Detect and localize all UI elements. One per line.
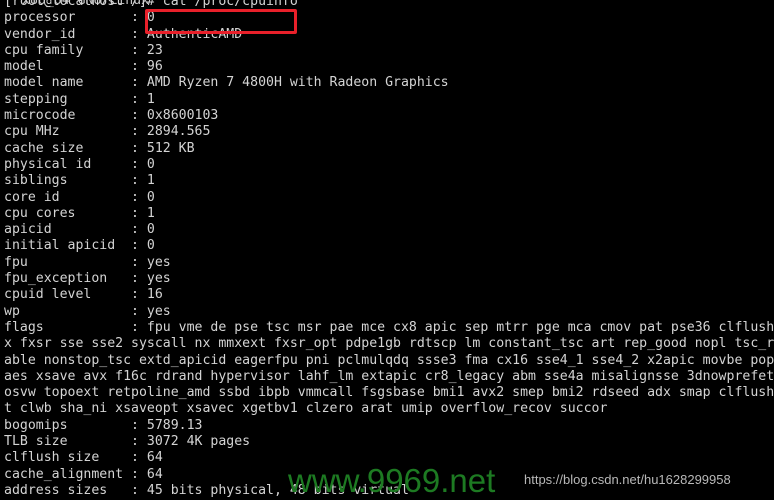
- cpuinfo-field-stepping: stepping : 1: [4, 91, 155, 107]
- cpuinfo-field-microcode: microcode : 0x8600103: [4, 108, 219, 124]
- cpuinfo-field-cache-size: cache size : 512 KB: [4, 140, 195, 156]
- cpuinfo-field-fpu: fpu : yes: [4, 254, 171, 270]
- cpuinfo-field-wp: wp : yes: [4, 303, 171, 319]
- cpuinfo-field-fpu-exception: fpu_exception : yes: [4, 271, 171, 287]
- cpuinfo-flags-wrap-3: aes xsave avx f16c rdrand hypervisor lah…: [4, 368, 774, 384]
- cpuinfo-field-vendor-id: vendor_id : AuthenticAMD: [4, 26, 243, 42]
- cpuinfo-field-bogomips: bogomips : 5789.13: [4, 417, 203, 433]
- cpuinfo-flags-wrap-2: able nonstop_tsc extd_apicid eagerfpu pn…: [4, 352, 774, 368]
- cpuinfo-field-cpu-family: cpu family : 23: [4, 42, 163, 58]
- cpuinfo-field-siblings: siblings : 1: [4, 173, 155, 189]
- site-watermark: www.9969.net: [288, 462, 496, 499]
- cpuinfo-field-physical-id: physical id : 0: [4, 156, 155, 172]
- cpuinfo-flags-wrap-4: osvw topoext retpoline_amd ssbd ibpb vmm…: [4, 385, 774, 401]
- cpuinfo-field-processor: processor : 0: [4, 10, 155, 26]
- blog-url-watermark: https://blog.csdn.net/hu1628299958: [524, 472, 731, 487]
- cpuinfo-flags-wrap-5: t clwb sha_ni xsaveopt xsavec xgetbv1 cl…: [4, 401, 608, 417]
- prompt-command-line[interactable]: [root@localhost /]# cat /proc/cpuinfo: [4, 0, 774, 10]
- cpuinfo-field-cpuid-level: cpuid level : 16: [4, 287, 163, 303]
- cpuinfo-field-cpu-MHz: cpu MHz : 2894.565: [4, 124, 211, 140]
- cpuinfo-field-TLB-size: TLB size : 3072 4K pages: [4, 434, 251, 450]
- terminal-screen: [root@localhost /]# cat /proc/cpuinfo pro…: [4, 0, 774, 500]
- cpuinfo-field-model-name: model name : AMD Ryzen 7 4800H with Rade…: [4, 75, 449, 91]
- cpuinfo-field-core-id: core id : 0: [4, 189, 155, 205]
- cpuinfo-field-apicid: apicid : 0: [4, 222, 155, 238]
- cpuinfo-field-model: model : 96: [4, 59, 163, 75]
- cpuinfo-flags-wrap-1: x fxsr sse sse2 syscall nx mmxext fxsr_o…: [4, 336, 774, 352]
- terminal-window[interactable]: x86_64 GNU/Linux [root@localhost /]# cat…: [0, 0, 774, 500]
- cpuinfo-field-cpu-cores: cpu cores : 1: [4, 205, 155, 221]
- cpuinfo-field-initial-apicid: initial apicid : 0: [4, 238, 155, 254]
- cpuinfo-field-flags: flags : fpu vme de pse tsc msr pae mce c…: [4, 319, 774, 335]
